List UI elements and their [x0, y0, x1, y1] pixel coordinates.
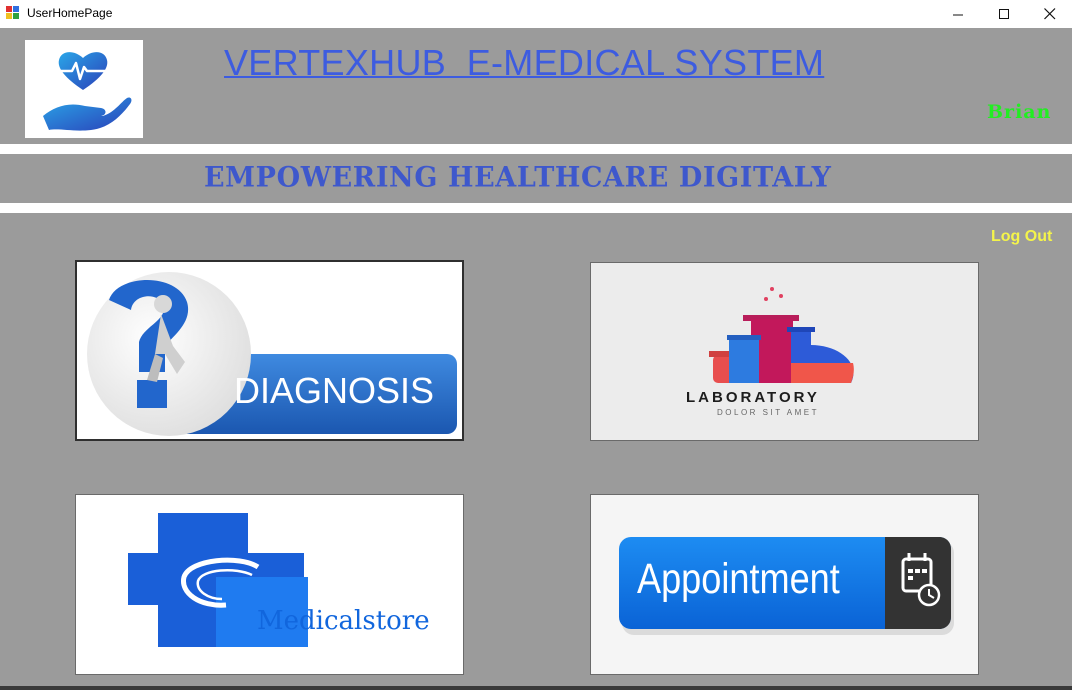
medical-cross-icon: [128, 513, 308, 647]
question-mark-figure-icon: [87, 272, 457, 436]
username-label: Brian: [987, 101, 1052, 123]
appointment-tile[interactable]: Appointment: [590, 494, 979, 675]
laboratory-tile[interactable]: LABORATORY DOLOR SIT AMET: [590, 262, 979, 441]
logout-link[interactable]: Log Out: [991, 228, 1052, 246]
app-icon: [6, 6, 20, 20]
appointment-label: Appointment: [637, 555, 840, 603]
diagnosis-tile[interactable]: DIAGNOSIS: [75, 260, 464, 441]
top-divider: [0, 144, 1072, 154]
maximize-button[interactable]: [981, 0, 1027, 28]
window-titlebar: UserHomePage: [0, 0, 1075, 28]
minimize-icon: [952, 14, 963, 15]
maximize-icon: [998, 8, 1009, 19]
bottom-divider: [0, 203, 1072, 213]
diagnosis-label: DIAGNOSIS: [234, 370, 435, 411]
medicalstore-tile[interactable]: Medicalstore: [75, 494, 464, 675]
close-button[interactable]: [1027, 0, 1073, 28]
tagline-banner: EMPOWERING HEALTHCARE DIGITALY: [204, 161, 832, 194]
window-bottom-border: [0, 686, 1072, 690]
laboratory-label: LABORATORY: [686, 389, 820, 406]
close-icon: [1044, 8, 1056, 20]
app-logo: [25, 40, 143, 138]
main-form: VERTEXHUB E-MEDICAL SYSTEM Brian EMPOWER…: [0, 28, 1072, 690]
minimize-button[interactable]: [935, 0, 981, 28]
app-title: VERTEXHUB E-MEDICAL SYSTEM: [224, 42, 825, 83]
heart-pulse-hand-icon: [43, 52, 132, 131]
laboratory-sublabel: DOLOR SIT AMET: [717, 408, 819, 417]
window-title: UserHomePage: [27, 6, 113, 20]
medicalstore-label: Medicalstore: [257, 606, 430, 636]
